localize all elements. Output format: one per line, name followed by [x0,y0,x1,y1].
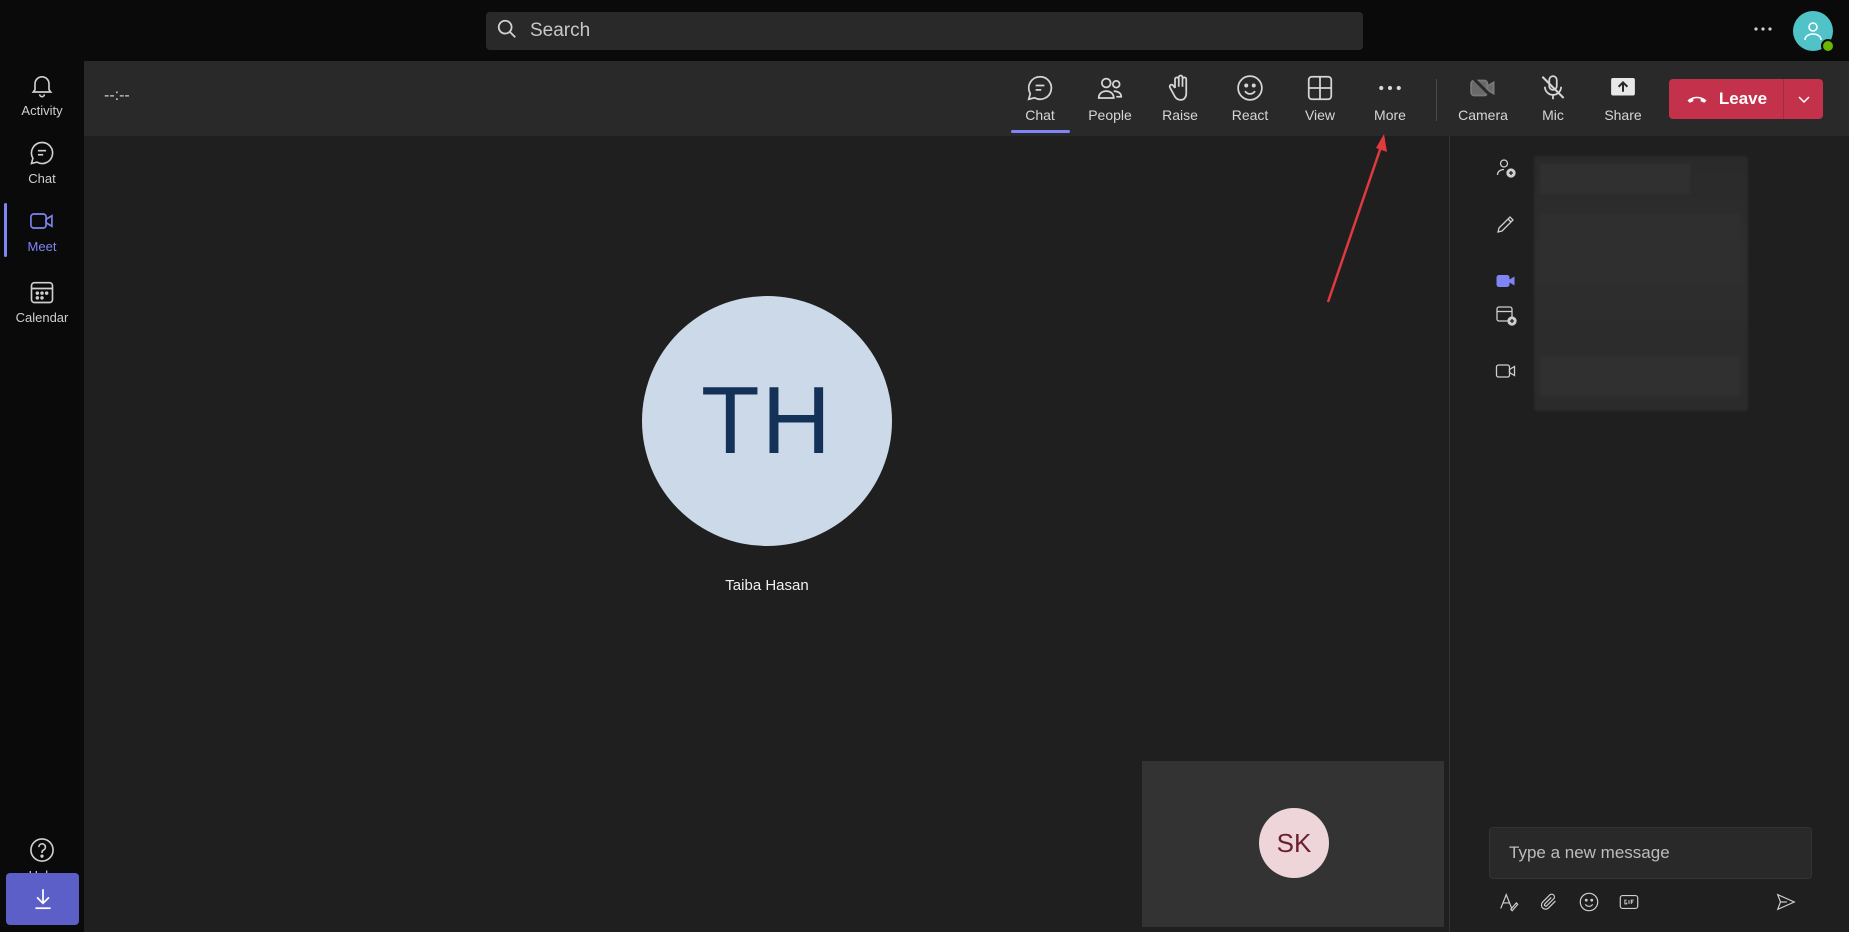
annotation-arrow [1326,134,1387,303]
share-button[interactable]: Share [1591,73,1655,131]
search-input[interactable]: Search [530,20,590,42]
send-icon[interactable] [1772,888,1800,916]
more-button[interactable]: More [1358,73,1422,131]
video-icon [30,212,53,229]
blurred-chat-content [1534,156,1748,411]
mic-off-icon [1541,75,1565,100]
toolbar-divider [1436,79,1437,121]
chat-icon [30,141,54,165]
video-icon [1492,267,1520,295]
chat-control-button[interactable]: Chat [1008,73,1072,131]
rail-item-calendar[interactable]: Calendar [0,268,84,334]
share-icon [1611,78,1635,96]
control-label: Chat [1025,107,1055,123]
rail-item-chat[interactable]: Chat [0,129,84,195]
calendar-add-icon [1492,301,1520,329]
emoji-icon[interactable] [1575,888,1603,916]
chat-icon [1027,75,1053,101]
leave-options-button[interactable] [1784,79,1823,119]
self-video-tile[interactable]: SK [1142,761,1444,927]
grid-icon [1307,75,1333,101]
rail-item-label: Calendar [15,309,69,325]
message-compose-box[interactable]: Type a new message [1489,827,1812,879]
smile-icon [1237,75,1263,101]
search-icon [496,18,518,45]
profile-avatar[interactable] [1793,11,1835,53]
bell-icon [31,75,53,97]
control-label: Camera [1458,107,1508,123]
teams-app: Search Activity Chat Meet Calendar --:--… [0,0,1849,932]
pencil-icon [1492,210,1520,238]
presence-badge [1821,39,1835,53]
leave-label: Leave [1718,89,1768,108]
rail-item-activity[interactable]: Activity [0,61,84,127]
calendar-icon [30,281,54,303]
camera-off-icon [1470,75,1496,101]
rail-item-label: Meet [27,238,57,254]
selected-indicator [1011,130,1070,133]
hangup-icon [1687,96,1707,103]
leave-button-group: Leave [1669,79,1823,119]
download-icon [34,889,51,910]
control-label: Mic [1542,107,1564,123]
more-horizontal-icon [1379,85,1401,91]
people-icon [1097,77,1123,99]
hand-icon [1168,74,1188,101]
rail-item-label: Chat [28,170,56,186]
control-label: React [1231,107,1269,123]
download-app-button[interactable] [6,873,79,925]
chat-panel: Type a new message [1450,136,1849,932]
chevron-down-icon [1797,96,1810,104]
people-control-button[interactable]: People [1078,73,1142,131]
gif-icon[interactable] [1615,888,1643,916]
leave-button[interactable]: Leave [1669,79,1783,119]
search-box[interactable]: Search [486,12,1363,50]
format-icon[interactable] [1495,888,1523,916]
control-label: Share [1604,107,1642,123]
control-label: More [1374,107,1406,123]
meeting-timer: --:-- [104,87,130,104]
person-icon [1804,22,1822,41]
help-icon [30,837,54,862]
attach-icon[interactable] [1535,888,1563,916]
camera-button[interactable]: Camera [1451,73,1515,131]
control-label: People [1088,107,1132,123]
left-rail: Activity Chat Meet Calendar Help [0,61,84,932]
participant-name: Taiba Hasan [725,577,809,594]
camera-icon [1492,357,1520,385]
add-person-icon [1492,154,1520,182]
more-horizontal-icon[interactable] [1748,14,1778,44]
meeting-stage: TH Taiba Hasan SK [84,136,1449,932]
message-input[interactable]: Type a new message [1509,843,1670,863]
participant-avatar: TH [642,296,892,546]
view-button[interactable]: View [1288,73,1352,131]
self-avatar: SK [1259,808,1329,878]
meeting-header: --:-- Chat People Raise React View More [84,61,1849,136]
rail-item-meet[interactable]: Meet [0,197,84,263]
control-label: Raise [1162,107,1198,123]
top-bar: Search [0,0,1849,61]
react-button[interactable]: React [1218,73,1282,131]
rail-item-label: Activity [21,102,63,118]
mic-button[interactable]: Mic [1521,73,1585,131]
raise-hand-button[interactable]: Raise [1148,73,1212,131]
control-label: View [1304,107,1336,123]
